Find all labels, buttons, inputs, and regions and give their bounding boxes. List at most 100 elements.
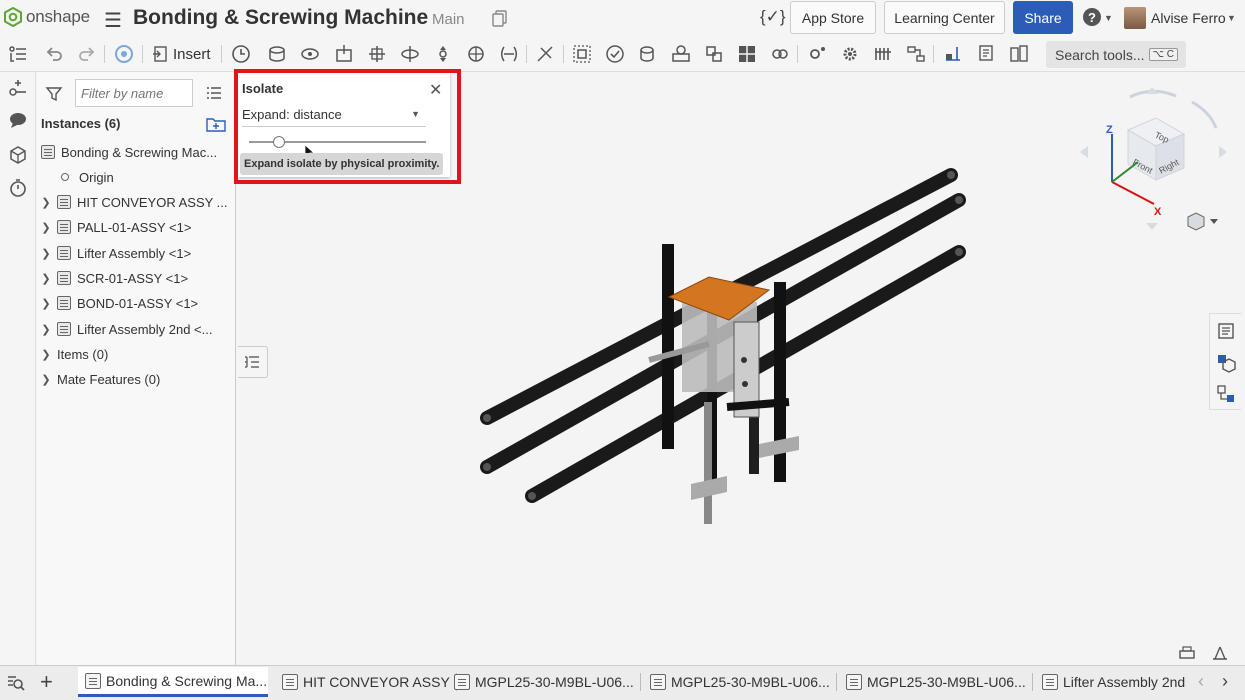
filter-icon[interactable] bbox=[45, 85, 63, 103]
units-icon[interactable] bbox=[1211, 644, 1229, 662]
add-mate-icon[interactable] bbox=[7, 77, 29, 99]
help-caret-icon[interactable]: ▼ bbox=[1104, 13, 1113, 23]
tree-item[interactable]: ❯ Lifter Assembly 2nd <... bbox=[41, 318, 212, 340]
document-title[interactable]: Bonding & Screwing Machine bbox=[133, 6, 428, 30]
redo-icon[interactable] bbox=[77, 44, 97, 64]
revolute-mate-icon[interactable] bbox=[300, 44, 320, 64]
variables-icon[interactable]: {✓} bbox=[760, 7, 786, 27]
toolbar-divider bbox=[563, 45, 564, 63]
section-view-icon[interactable] bbox=[943, 44, 963, 64]
parts-icon[interactable] bbox=[7, 143, 29, 165]
appearance-icon[interactable] bbox=[1216, 353, 1236, 373]
add-tab-icon[interactable]: + bbox=[40, 669, 53, 695]
panel-toggle-button[interactable] bbox=[238, 346, 268, 378]
tab-label: MGPL25-30-M9BL-U06... bbox=[671, 674, 830, 690]
list-view-icon[interactable] bbox=[205, 84, 223, 102]
app-store-button[interactable]: App Store bbox=[790, 1, 876, 34]
print-icon[interactable] bbox=[1178, 644, 1196, 662]
tree-item[interactable]: ❯ HIT CONVEYOR ASSY ... bbox=[41, 191, 228, 213]
chevron-right-icon[interactable]: ❯ bbox=[41, 247, 51, 260]
gear-relation-icon[interactable] bbox=[638, 44, 658, 64]
scroll-right-icon[interactable]: › bbox=[1222, 671, 1228, 692]
tree-items-folder[interactable]: ❯ Items (0) bbox=[41, 343, 108, 365]
tangent-mate-icon[interactable] bbox=[535, 44, 555, 64]
user-caret-icon[interactable]: ▼ bbox=[1227, 13, 1236, 23]
view-cube[interactable]: Top Front Right Z X bbox=[1076, 82, 1232, 232]
tree-item-label: BOND-01-ASSY <1> bbox=[77, 295, 199, 311]
feature-search-icon[interactable] bbox=[6, 673, 26, 693]
chevron-right-icon[interactable]: ❯ bbox=[41, 297, 51, 310]
highlight-box bbox=[234, 69, 461, 184]
planar-mate-icon[interactable] bbox=[367, 44, 387, 64]
tree-mate-features[interactable]: ❯ Mate Features (0) bbox=[41, 368, 160, 390]
explode-icon[interactable] bbox=[807, 44, 827, 64]
properties-icon[interactable] bbox=[1216, 321, 1236, 341]
tree-item[interactable]: ❯ PALL-01-ASSY <1> bbox=[41, 216, 191, 238]
tree-item[interactable]: ❯ SCR-01-ASSY <1> bbox=[41, 267, 188, 289]
tab-part[interactable]: Lifter Assembly 2nd bbox=[1042, 667, 1185, 697]
user-name[interactable]: Alvise Ferro bbox=[1151, 10, 1226, 26]
measure-icon[interactable] bbox=[976, 44, 996, 64]
screw-relation-icon[interactable] bbox=[704, 44, 724, 64]
scroll-left-icon[interactable]: ‹ bbox=[1198, 671, 1204, 692]
chevron-right-icon[interactable]: ❯ bbox=[41, 323, 51, 336]
help-icon[interactable]: ? bbox=[1083, 8, 1101, 26]
configurations-icon[interactable] bbox=[1216, 384, 1236, 404]
search-tools-placeholder: Search tools... bbox=[1055, 46, 1145, 63]
comments-icon[interactable] bbox=[7, 109, 29, 131]
bom-icon[interactable] bbox=[1009, 44, 1029, 64]
rack-pinion-icon[interactable] bbox=[671, 44, 691, 64]
tree-root-assembly[interactable]: Bonding & Screwing Mac... bbox=[41, 141, 217, 163]
feature-list-icon[interactable] bbox=[8, 44, 28, 64]
tab-label: Bonding & Screwing Ma... bbox=[106, 672, 268, 689]
parallel-mate-icon[interactable] bbox=[499, 44, 519, 64]
search-tools-input[interactable]: Search tools... ⌥ C bbox=[1046, 41, 1186, 68]
chevron-down-icon[interactable]: ❯ bbox=[41, 348, 51, 361]
chevron-right-icon[interactable]: ❯ bbox=[41, 221, 51, 234]
share-button[interactable]: Share bbox=[1013, 1, 1073, 34]
insert-icon bbox=[153, 46, 167, 62]
part-studio-icon bbox=[650, 674, 666, 690]
replicate-icon[interactable] bbox=[770, 44, 790, 64]
tree-origin[interactable]: Origin bbox=[41, 166, 114, 188]
mate-connector-icon[interactable] bbox=[605, 44, 625, 64]
fastened-mate-icon[interactable] bbox=[267, 44, 287, 64]
history-icon[interactable] bbox=[114, 44, 134, 64]
cylindrical-mate-icon[interactable] bbox=[400, 44, 420, 64]
onshape-logo-icon bbox=[4, 7, 22, 27]
settings-gear-icon[interactable] bbox=[840, 44, 860, 64]
tree-item[interactable]: ❯ Lifter Assembly <1> bbox=[41, 242, 191, 264]
timer-icon[interactable] bbox=[7, 177, 29, 199]
group-icon[interactable] bbox=[572, 44, 592, 64]
pattern-icon[interactable] bbox=[873, 44, 893, 64]
insert-button[interactable]: Insert bbox=[152, 45, 211, 63]
tree-item-label: SCR-01-ASSY <1> bbox=[77, 270, 189, 286]
avatar[interactable] bbox=[1124, 7, 1146, 29]
chevron-right-icon[interactable]: ❯ bbox=[41, 196, 51, 209]
tab-part-studio[interactable]: HIT CONVEYOR ASSY bbox=[282, 667, 457, 697]
branch-name[interactable]: Main bbox=[432, 11, 465, 28]
tab-part[interactable]: MGPL25-30-M9BL-U06... bbox=[454, 667, 641, 697]
onshape-logo[interactable]: onshape bbox=[4, 7, 90, 27]
tab-assembly[interactable]: Bonding & Screwing Ma... bbox=[78, 667, 268, 697]
slider-mate-icon[interactable] bbox=[334, 44, 354, 64]
chevron-right-icon[interactable]: ❯ bbox=[41, 272, 51, 285]
ball-mate-icon[interactable] bbox=[466, 44, 486, 64]
tab-part[interactable]: MGPL25-30-M9BL-U06... bbox=[650, 667, 837, 697]
tree-item[interactable]: ❯ BOND-01-ASSY <1> bbox=[41, 292, 198, 314]
undo-icon[interactable] bbox=[44, 44, 64, 64]
filter-input[interactable] bbox=[75, 79, 193, 107]
version-history-icon[interactable] bbox=[491, 9, 509, 27]
clock-icon[interactable] bbox=[231, 44, 251, 64]
learning-center-button[interactable]: Learning Center bbox=[884, 1, 1005, 34]
tab-part[interactable]: MGPL25-30-M9BL-U06... bbox=[846, 667, 1033, 697]
axis-z-label: Z bbox=[1106, 124, 1113, 136]
menu-icon[interactable]: ☰ bbox=[104, 8, 122, 33]
pin-slot-mate-icon[interactable] bbox=[433, 44, 453, 64]
view-options-icon[interactable] bbox=[1187, 212, 1218, 231]
tree-item-label: HIT CONVEYOR ASSY ... bbox=[77, 194, 228, 210]
new-folder-icon[interactable] bbox=[206, 116, 226, 132]
chevron-down-icon[interactable]: ❯ bbox=[41, 373, 51, 386]
linear-relation-icon[interactable] bbox=[737, 44, 757, 64]
linear-pattern-icon[interactable] bbox=[906, 44, 926, 64]
